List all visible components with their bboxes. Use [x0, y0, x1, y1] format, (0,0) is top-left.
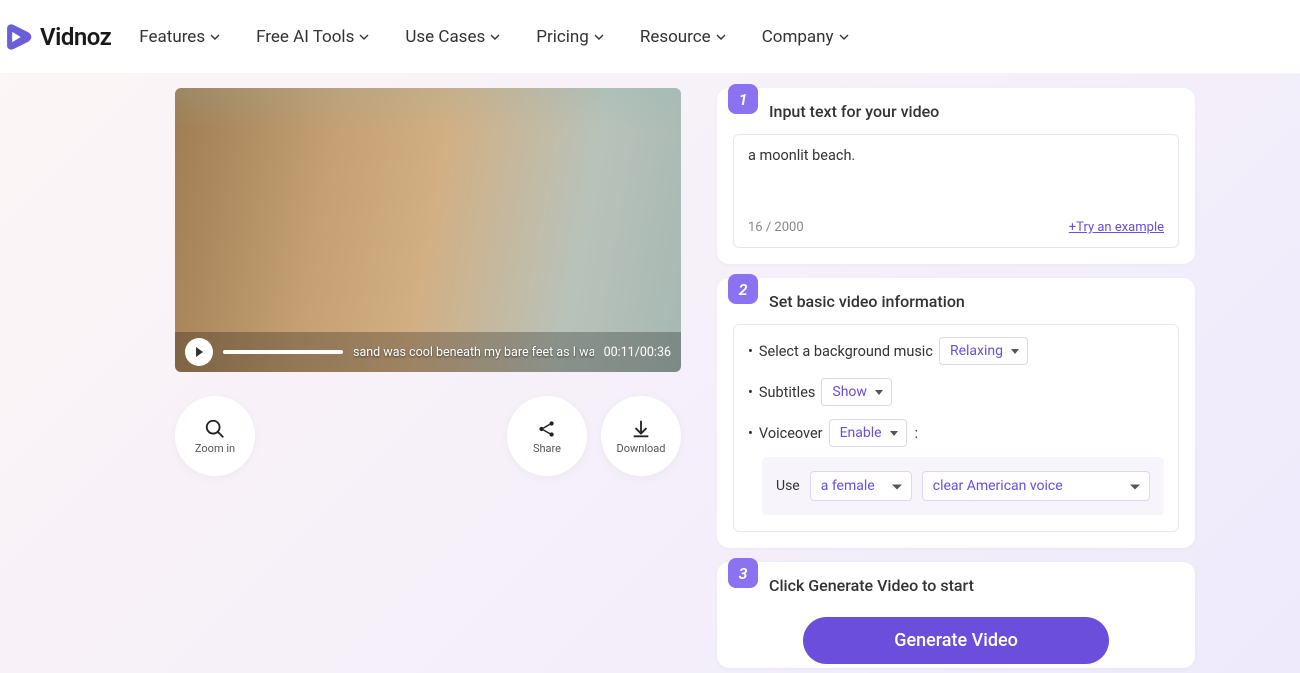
nav-label: Pricing	[536, 27, 589, 47]
nav-use-cases[interactable]: Use Cases	[405, 27, 500, 47]
nav-label: Company	[762, 27, 834, 47]
share-button[interactable]: Share	[507, 396, 587, 476]
voice-gender-select[interactable]: a female	[810, 471, 912, 501]
bullet-icon: •	[748, 425, 753, 442]
chevron-down-icon	[210, 32, 220, 42]
step1-card: 1 Input text for your video a moonlit be…	[717, 88, 1195, 264]
colon: :	[915, 425, 919, 442]
subtitles-row: • Subtitles Show	[748, 378, 1164, 406]
voiceover-subrow: Use a female clear American voice	[762, 457, 1164, 515]
nav-pricing[interactable]: Pricing	[536, 27, 604, 47]
voiceover-label: Voiceover	[759, 425, 823, 442]
preview-actions: Zoom in Share Download	[175, 396, 681, 476]
nav-label: Resource	[640, 27, 711, 47]
bgmusic-row: • Select a background music Relaxing	[748, 337, 1164, 365]
step3-badge: 3	[728, 558, 758, 588]
download-icon	[630, 418, 652, 440]
logo[interactable]: Vidnoz	[2, 20, 111, 54]
download-button[interactable]: Download	[601, 396, 681, 476]
video-time: 00:11/00:36	[604, 345, 671, 360]
voiceover-select[interactable]: Enable	[829, 419, 907, 447]
step2-badge: 2	[728, 274, 758, 304]
nav-label: Free AI Tools	[256, 27, 354, 47]
prompt-textarea[interactable]: a moonlit beach. 16 / 2000 +Try an examp…	[733, 134, 1179, 248]
use-label: Use	[776, 478, 800, 494]
share-icon	[536, 418, 558, 440]
chevron-down-icon	[716, 32, 726, 42]
zoom-label: Zoom in	[195, 442, 235, 455]
chevron-down-icon	[490, 32, 500, 42]
chevron-down-icon	[839, 32, 849, 42]
nav-label: Features	[139, 27, 205, 47]
bgmusic-select[interactable]: Relaxing	[939, 337, 1028, 365]
chevron-down-icon	[594, 32, 604, 42]
settings-column: 1 Input text for your video a moonlit be…	[717, 88, 1195, 668]
video-preview[interactable]: sand was cool beneath my bare feet as I …	[175, 88, 681, 372]
zoom-icon	[204, 418, 226, 440]
logo-text: Vidnoz	[40, 23, 111, 51]
top-header: Vidnoz Features Free AI Tools Use Cases …	[0, 0, 1300, 74]
textarea-footer: 16 / 2000 +Try an example	[748, 220, 1164, 235]
voice-style-select[interactable]: clear American voice	[922, 471, 1150, 501]
play-icon	[193, 346, 205, 358]
nav-resource[interactable]: Resource	[640, 27, 726, 47]
nav-company[interactable]: Company	[762, 27, 849, 47]
step1-badge: 1	[728, 84, 758, 114]
download-label: Download	[617, 442, 666, 455]
nav-free-ai-tools[interactable]: Free AI Tools	[256, 27, 369, 47]
subtitles-label: Subtitles	[759, 384, 815, 401]
subtitles-select[interactable]: Show	[821, 378, 892, 406]
zoom-in-button[interactable]: Zoom in	[175, 396, 255, 476]
step2-card: 2 Set basic video information • Select a…	[717, 278, 1195, 548]
bullet-icon: •	[748, 384, 753, 401]
video-settings: • Select a background music Relaxing • S…	[733, 324, 1179, 532]
preview-column: sand was cool beneath my bare feet as I …	[175, 88, 681, 668]
main-nav: Features Free AI Tools Use Cases Pricing…	[139, 27, 848, 47]
video-controls: sand was cool beneath my bare feet as I …	[175, 332, 681, 372]
step3-card: 3 Click Generate Video to start Generate…	[717, 562, 1195, 668]
play-button[interactable]	[185, 338, 213, 366]
share-label: Share	[533, 442, 561, 455]
try-example-link[interactable]: +Try an example	[1069, 220, 1164, 235]
generate-video-button[interactable]: Generate Video	[803, 617, 1109, 664]
chevron-down-icon	[359, 32, 369, 42]
voiceover-row: • Voiceover Enable :	[748, 419, 1164, 447]
bgmusic-label: Select a background music	[759, 343, 933, 360]
step3-title: Click Generate Video to start	[769, 576, 1179, 595]
video-subtitle: sand was cool beneath my bare feet as I …	[353, 345, 594, 360]
progress-bar[interactable]	[223, 350, 343, 354]
step2-title: Set basic video information	[769, 292, 1179, 311]
prompt-text: a moonlit beach.	[748, 147, 1164, 220]
char-counter: 16 / 2000	[748, 220, 804, 235]
bullet-icon: •	[748, 343, 753, 360]
actions-right: Share Download	[507, 396, 681, 476]
nav-features[interactable]: Features	[139, 27, 220, 47]
logo-icon	[2, 20, 36, 54]
main-content: sand was cool beneath my bare feet as I …	[0, 74, 1300, 668]
step1-title: Input text for your video	[769, 102, 1179, 121]
nav-label: Use Cases	[405, 27, 485, 47]
